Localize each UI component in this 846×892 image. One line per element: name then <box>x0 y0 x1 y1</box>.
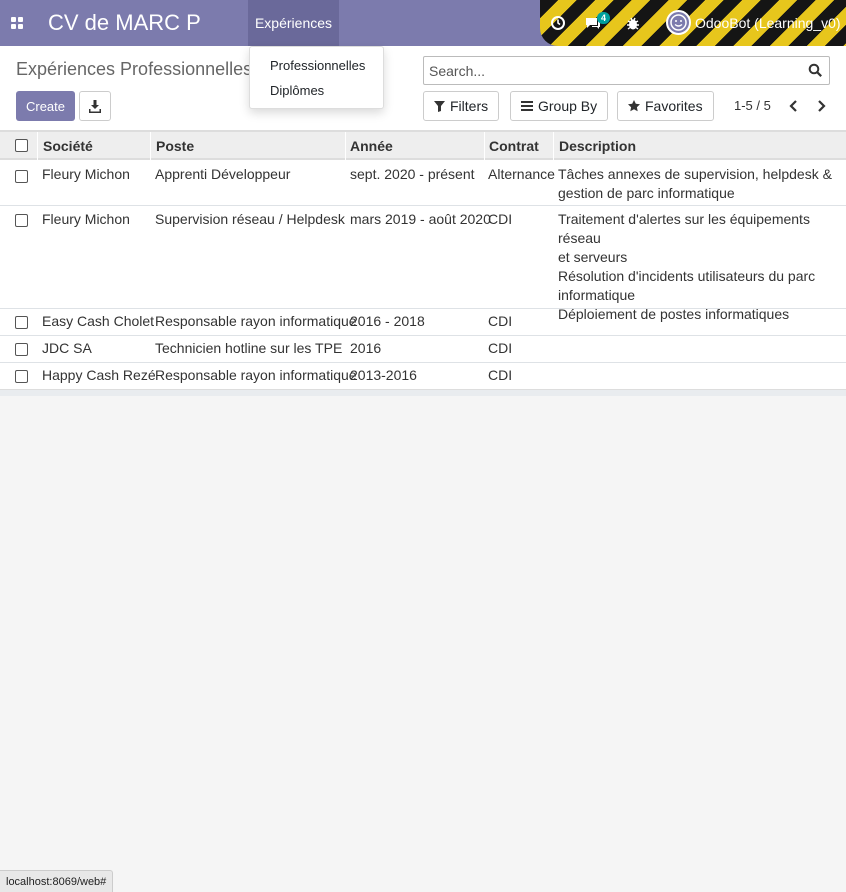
group-by-button[interactable]: Group By <box>510 91 609 121</box>
table-row[interactable]: Fleury Michon Apprenti Développeur sept.… <box>0 161 846 206</box>
search-input[interactable] <box>429 60 799 81</box>
cell-contrat: CDI <box>488 367 513 383</box>
description-line: Résolution d'incidents utilisateurs du p… <box>558 268 816 284</box>
user-avatar[interactable] <box>666 10 691 35</box>
cell-contrat: CDI <box>488 340 513 356</box>
table-row[interactable]: Easy Cash Cholet Responsable rayon infor… <box>0 309 846 336</box>
favorites-button[interactable]: Favorites <box>617 91 714 121</box>
table-header: Société Poste Année Contrat Description <box>0 131 846 161</box>
row-checkbox[interactable] <box>15 370 28 383</box>
list-view: Société Poste Année Contrat Description … <box>0 131 846 390</box>
header-societe[interactable]: Société <box>43 138 93 154</box>
description-line: informatique <box>558 287 636 303</box>
browser-status-bar: localhost:8069/web# <box>0 870 114 892</box>
select-all-checkbox[interactable] <box>15 139 28 152</box>
cell-poste: Responsable rayon informatique <box>155 367 357 383</box>
description-line: Traitement d'alertes sur les équipements… <box>558 211 810 246</box>
cell-poste: Technicien hotline sur les TPE <box>155 340 343 356</box>
cell-annee: sept. 2020 - présent <box>350 166 475 182</box>
top-navbar: CV de MARC P Expériences 4 OdooBot (Lear… <box>0 0 846 46</box>
table-row[interactable]: JDC SA Technicien hotline sur les TPE 20… <box>0 336 846 363</box>
cell-description: Tâches annexes de supervision, helpdesk … <box>558 165 832 203</box>
header-contrat[interactable]: Contrat <box>489 138 539 154</box>
cell-annee: 2016 <box>350 340 382 356</box>
messages-count-badge: 4 <box>597 12 611 24</box>
experiences-dropdown: Professionnelles Diplômes <box>249 46 384 109</box>
cell-annee: 2016 - 2018 <box>350 313 425 329</box>
export-button[interactable] <box>79 91 111 121</box>
user-name[interactable]: OdooBot (Learning_v0) <box>695 15 841 31</box>
description-line: gestion de parc informatique <box>558 185 735 201</box>
row-checkbox[interactable] <box>15 343 28 356</box>
cell-contrat: Alternance <box>488 166 555 182</box>
row-checkbox[interactable] <box>15 214 28 227</box>
breadcrumb: Expériences Professionnelles <box>16 59 253 79</box>
search-icon[interactable] <box>808 63 823 78</box>
cell-annee: mars 2019 - août 2020 <box>350 211 491 227</box>
app-title[interactable]: CV de MARC P <box>48 10 248 36</box>
cell-description: Traitement d'alertes sur les équipements… <box>558 210 846 324</box>
list-footer <box>0 390 846 396</box>
row-checkbox[interactable] <box>15 316 28 329</box>
cell-poste: Apprenti Développeur <box>155 166 291 182</box>
dropdown-item-diplomes[interactable]: Diplômes <box>270 83 324 98</box>
grid-icon <box>11 17 23 29</box>
cell-societe: Easy Cash Cholet <box>42 313 155 329</box>
filters-label: Filters <box>450 98 489 114</box>
bug-icon[interactable] <box>624 14 642 32</box>
header-annee[interactable]: Année <box>350 138 393 154</box>
cell-poste: Responsable rayon informatique <box>155 313 357 329</box>
description-line: Tâches annexes de supervision, helpdesk … <box>558 166 832 182</box>
table-row[interactable]: Fleury Michon Supervision réseau / Helpd… <box>0 206 846 322</box>
cell-societe: Fleury Michon <box>42 166 130 182</box>
chevron-left-icon[interactable] <box>788 99 800 113</box>
cell-societe: JDC SA <box>42 340 92 356</box>
pager-value[interactable]: 1-5 / 5 <box>734 98 771 113</box>
smiley-icon <box>670 14 687 31</box>
create-button[interactable]: Create <box>16 91 75 121</box>
header-description[interactable]: Description <box>559 138 636 154</box>
menu-experiences[interactable]: Expériences <box>248 0 339 46</box>
cell-societe: Happy Cash Rezé <box>42 367 156 383</box>
bars-icon <box>521 101 533 111</box>
row-checkbox[interactable] <box>15 170 28 183</box>
clock-icon[interactable] <box>549 14 567 32</box>
download-icon <box>89 99 101 113</box>
table-row[interactable]: Happy Cash Rezé Responsable rayon inform… <box>0 363 846 390</box>
favorites-label: Favorites <box>645 98 703 114</box>
filter-icon <box>434 100 445 112</box>
chevron-right-icon[interactable] <box>815 99 827 113</box>
cell-contrat: CDI <box>488 313 513 329</box>
description-line: et serveurs <box>558 249 628 265</box>
cell-poste: Supervision réseau / Helpdesk <box>155 211 345 227</box>
group-by-label: Group By <box>538 98 598 114</box>
header-poste[interactable]: Poste <box>156 138 194 154</box>
apps-menu-button[interactable] <box>0 0 34 46</box>
dropdown-item-professionnelles[interactable]: Professionnelles <box>270 58 365 73</box>
search-box <box>423 56 830 85</box>
cell-annee: 2013-2016 <box>350 367 417 383</box>
star-icon <box>628 100 640 112</box>
cell-contrat: CDI <box>488 211 513 227</box>
cell-societe: Fleury Michon <box>42 211 130 227</box>
filters-button[interactable]: Filters <box>423 91 500 121</box>
control-panel: Expériences Professionnelles Create Filt… <box>0 46 846 131</box>
